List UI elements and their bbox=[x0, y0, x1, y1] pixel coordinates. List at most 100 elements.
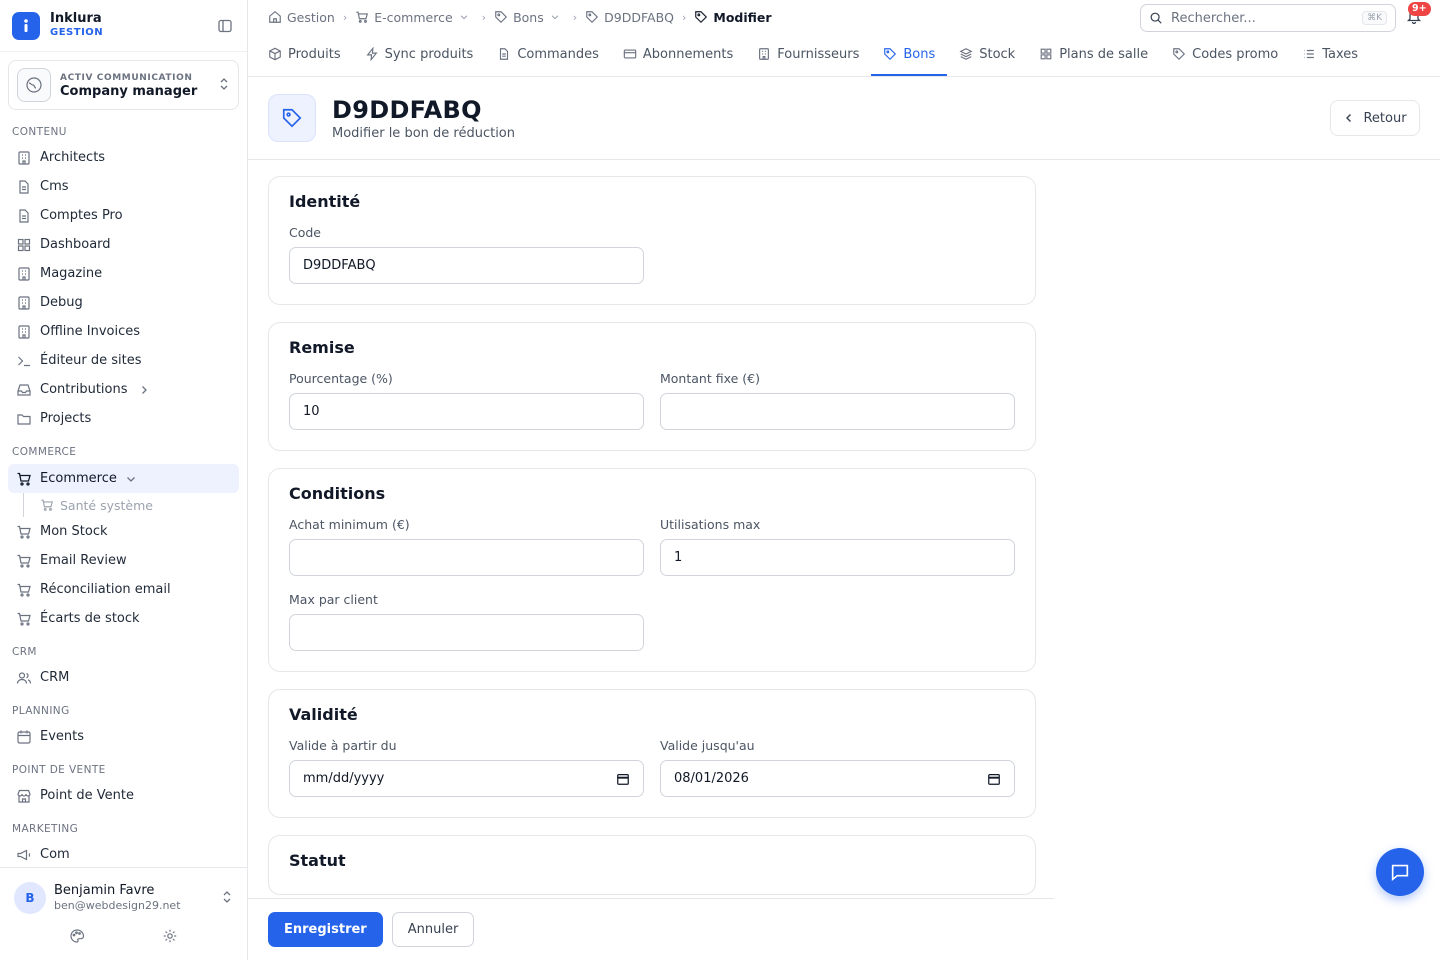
breadcrumb-code[interactable]: D9DDFABQ bbox=[585, 10, 674, 25]
palette-icon[interactable] bbox=[69, 928, 85, 948]
calendar-icon[interactable] bbox=[987, 772, 1001, 786]
sidebar-item-dashboard[interactable]: Dashboard bbox=[0, 230, 247, 259]
tab-stock[interactable]: Stock bbox=[947, 34, 1027, 76]
sidebar-item-architects[interactable]: Architects bbox=[0, 143, 247, 172]
breadcrumb-ecommerce[interactable]: E-commerce bbox=[355, 10, 473, 25]
bolt-icon bbox=[366, 47, 378, 61]
org-name: Company manager bbox=[60, 84, 198, 99]
valid-from-value: mm/dd/yyyy bbox=[303, 771, 385, 786]
sidebar-item-editeur-sites[interactable]: Éditeur de sites bbox=[0, 346, 247, 375]
tag-icon bbox=[884, 48, 897, 61]
sidebar-item-comptes-pro[interactable]: Comptes Pro bbox=[0, 201, 247, 230]
page-title: D9DDFABQ bbox=[332, 95, 482, 124]
card-remise: Remise Pourcentage (%) 10 Montant fixe (… bbox=[268, 322, 1036, 451]
max-uses-field[interactable]: 1 bbox=[660, 539, 1015, 576]
inbox-icon bbox=[17, 383, 31, 396]
search-placeholder: Rechercher... bbox=[1171, 10, 1256, 26]
search-shortcut: ⌘K bbox=[1362, 11, 1387, 25]
chat-button[interactable] bbox=[1376, 848, 1424, 896]
valid-to-field[interactable]: 08/01/2026 bbox=[660, 760, 1015, 797]
percentage-field[interactable]: 10 bbox=[289, 393, 644, 430]
cart-icon bbox=[41, 499, 53, 511]
percentage-label: Pourcentage (%) bbox=[289, 371, 393, 386]
brand-logo[interactable] bbox=[12, 11, 40, 40]
max-per-client-field[interactable] bbox=[289, 614, 644, 651]
tab-commandes[interactable]: Commandes bbox=[485, 34, 611, 76]
cart-icon bbox=[17, 525, 31, 539]
tab-taxes[interactable]: Taxes bbox=[1290, 34, 1370, 76]
save-button[interactable]: Enregistrer bbox=[268, 912, 383, 947]
code-label: Code bbox=[289, 225, 322, 240]
breadcrumb-separator: › bbox=[342, 10, 348, 24]
breadcrumb-gestion[interactable]: Gestion bbox=[268, 10, 335, 25]
tab-codes-promo[interactable]: Codes promo bbox=[1160, 34, 1290, 76]
sidebar-item-ecarts-stock[interactable]: Écarts de stock bbox=[0, 604, 247, 633]
card-title-remise: Remise bbox=[289, 338, 355, 357]
sidebar-item-mon-stock[interactable]: Mon Stock bbox=[0, 517, 247, 546]
org-avatar bbox=[17, 68, 51, 102]
sidebar-item-point-de-vente[interactable]: Point de Vente bbox=[0, 781, 247, 810]
sidebar-item-offline-invoices[interactable]: Offline Invoices bbox=[0, 317, 247, 346]
grid-icon bbox=[17, 238, 31, 251]
sidebar-item-projects[interactable]: Projects bbox=[0, 404, 247, 433]
code-field[interactable]: D9DDFABQ bbox=[289, 247, 644, 284]
tab-bons[interactable]: Bons bbox=[871, 34, 948, 76]
avatar: B bbox=[14, 882, 46, 914]
fixed-amount-field[interactable] bbox=[660, 393, 1015, 430]
valid-to-value: 08/01/2026 bbox=[674, 771, 749, 786]
section-commerce: COMMERCE bbox=[12, 446, 77, 458]
search-input[interactable]: Rechercher... ⌘K bbox=[1140, 4, 1396, 32]
tabs: Produits Sync produits Commandes Abonnem… bbox=[248, 34, 1440, 77]
main: Gestion › E-commerce › Bons › D9DDFABQ ›… bbox=[248, 0, 1440, 960]
tab-fournisseurs[interactable]: Fournisseurs bbox=[745, 34, 871, 76]
card-title-identite: Identité bbox=[289, 192, 361, 211]
tab-produits[interactable]: Produits bbox=[256, 34, 353, 76]
file-icon bbox=[500, 48, 509, 60]
building-icon bbox=[18, 150, 30, 165]
user-menu[interactable]: B Benjamin Favre ben@webdesign29.net bbox=[0, 868, 247, 914]
sidebar-subitem-sante-systeme[interactable]: Santé système bbox=[0, 493, 247, 517]
org-switcher[interactable]: ACTIV COMMUNICATION Company manager bbox=[8, 60, 239, 110]
sidebar-item-crm[interactable]: CRM bbox=[0, 663, 247, 692]
cancel-button[interactable]: Annuler bbox=[391, 912, 475, 947]
sidebar-item-reconciliation-email[interactable]: Réconciliation email bbox=[0, 575, 247, 604]
calendar-icon[interactable] bbox=[616, 772, 630, 786]
brand-sub: GESTION bbox=[50, 26, 104, 38]
sidebar-item-ecommerce[interactable]: Ecommerce bbox=[8, 464, 239, 493]
breadcrumb-bons[interactable]: Bons bbox=[494, 10, 565, 25]
sidebar-item-contributions[interactable]: Contributions bbox=[0, 375, 247, 404]
back-button[interactable]: Retour bbox=[1330, 100, 1420, 136]
valid-from-field[interactable]: mm/dd/yyyy bbox=[289, 760, 644, 797]
tab-abonnements[interactable]: Abonnements bbox=[611, 34, 745, 76]
cart-icon bbox=[17, 612, 31, 626]
section-crm: CRM bbox=[12, 646, 37, 658]
tab-plans-de-salle[interactable]: Plans de salle bbox=[1027, 34, 1160, 76]
store-icon bbox=[17, 789, 31, 803]
card-title-validite: Validité bbox=[289, 705, 358, 724]
breadcrumb: Gestion › E-commerce › Bons › D9DDFABQ ›… bbox=[268, 10, 772, 25]
chevron-right-icon bbox=[141, 385, 147, 394]
section-contenu: CONTENU bbox=[12, 126, 67, 138]
search-icon bbox=[1150, 12, 1162, 24]
min-purchase-field[interactable] bbox=[289, 539, 644, 576]
tag-icon bbox=[1173, 48, 1186, 61]
card-identite: Identité Code D9DDFABQ bbox=[268, 176, 1036, 305]
sidebar-item-magazine[interactable]: Magazine bbox=[0, 259, 247, 288]
sidebar-item-debug[interactable]: Debug bbox=[0, 288, 247, 317]
sidebar-item-cms[interactable]: Cms bbox=[0, 172, 247, 201]
brand: Inklura GESTION bbox=[0, 0, 247, 52]
file-icon bbox=[19, 208, 29, 223]
brand-name: Inklura bbox=[50, 10, 102, 26]
layers-icon bbox=[959, 48, 973, 60]
sidebar-item-events[interactable]: Events bbox=[0, 722, 247, 751]
tab-sync-produits[interactable]: Sync produits bbox=[353, 34, 486, 76]
gear-icon[interactable] bbox=[162, 928, 178, 948]
sidebar-item-email-review[interactable]: Email Review bbox=[0, 546, 247, 575]
card-statut: Statut bbox=[268, 835, 1036, 895]
sidebar-item-com[interactable]: Com bbox=[0, 840, 247, 869]
min-purchase-label: Achat minimum (€) bbox=[289, 517, 410, 532]
user-block: B Benjamin Favre ben@webdesign29.net bbox=[0, 867, 247, 960]
cart-icon bbox=[17, 554, 31, 568]
chevron-down-icon bbox=[551, 15, 559, 20]
sidebar-toggle-icon[interactable] bbox=[215, 16, 235, 36]
